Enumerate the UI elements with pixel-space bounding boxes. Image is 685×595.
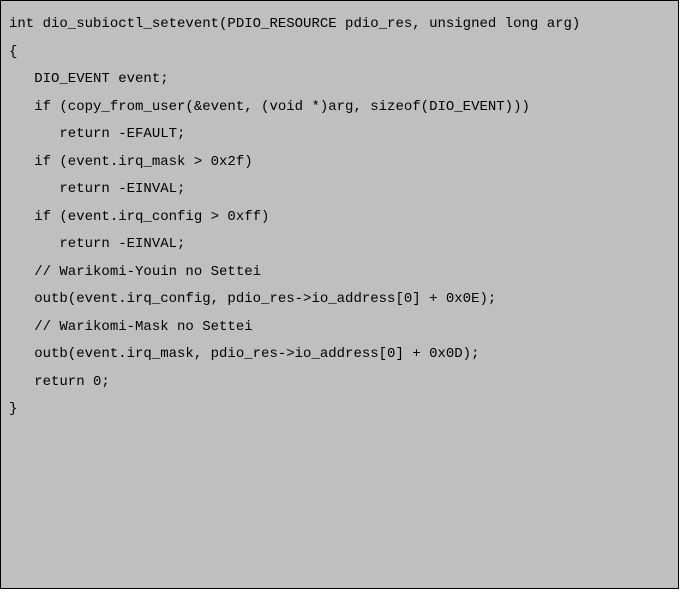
code-line: int dio_subioctl_setevent(PDIO_RESOURCE … [9, 11, 672, 39]
code-line: // Warikomi-Mask no Settei [9, 314, 672, 342]
code-line: if (event.irq_config > 0xff) [9, 204, 672, 232]
code-line: if (copy_from_user(&event, (void *)arg, … [9, 94, 672, 122]
code-line: } [9, 396, 672, 424]
code-line: return -EFAULT; [9, 121, 672, 149]
code-listing-box: int dio_subioctl_setevent(PDIO_RESOURCE … [0, 0, 679, 589]
code-line: { [9, 39, 672, 67]
code-line: if (event.irq_mask > 0x2f) [9, 149, 672, 177]
code-line: outb(event.irq_mask, pdio_res->io_addres… [9, 341, 672, 369]
code-line: return -EINVAL; [9, 231, 672, 259]
code-line: outb(event.irq_config, pdio_res->io_addr… [9, 286, 672, 314]
code-line: // Warikomi-Youin no Settei [9, 259, 672, 287]
code-line: DIO_EVENT event; [9, 66, 672, 94]
code-line: return 0; [9, 369, 672, 397]
code-line: return -EINVAL; [9, 176, 672, 204]
